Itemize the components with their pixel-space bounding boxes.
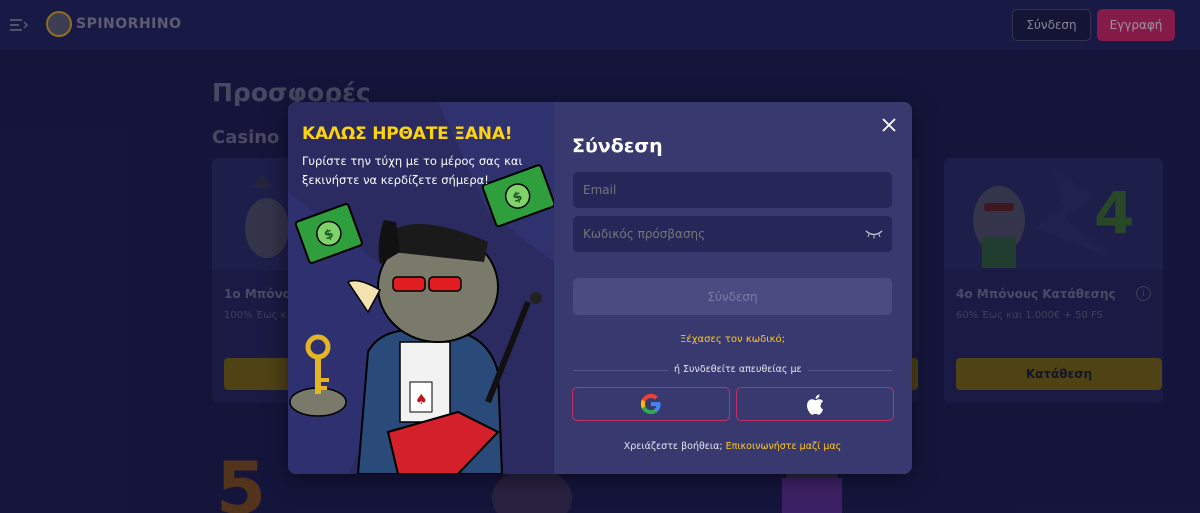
apple-login-button[interactable]	[736, 387, 894, 421]
email-field[interactable]	[573, 172, 892, 208]
close-icon[interactable]	[881, 117, 897, 133]
form-title: Σύνδεση	[572, 135, 663, 157]
social-login-caption: ή Συνδεθείτε απευθείας με	[668, 364, 808, 375]
google-icon	[640, 393, 661, 415]
promo-subtitle: Γυρίστε την τύχη με το μέρος σας και ξεκ…	[302, 154, 523, 187]
login-modal: $ $ ♠ ΚΑΛΩΣ ΗΡΘΑΤΕ ΞΑΝΑ! Γυρίστε την τύχ…	[288, 102, 912, 474]
apple-icon	[807, 394, 824, 415]
promo-panel: $ $ ♠ ΚΑΛΩΣ ΗΡΘΑΤΕ ΞΑΝΑ! Γυρίστε την τύχ…	[288, 102, 554, 474]
promo-headline: ΚΑΛΩΣ ΗΡΘΑΤΕ ΞΑΝΑ!	[302, 124, 513, 144]
google-login-button[interactable]	[572, 387, 730, 421]
svg-text:♠: ♠	[415, 392, 428, 408]
help-question: Χρειάζεστε βοήθεια;	[623, 441, 723, 452]
forgot-password-link[interactable]: Ξέχασες τον κωδικό;	[573, 334, 892, 345]
login-submit-button[interactable]: Σύνδεση	[573, 278, 892, 315]
help-text: Χρειάζεστε βοήθεια; Επικοινωνήστε μαζί μ…	[573, 441, 892, 452]
hide-password-icon[interactable]	[865, 229, 883, 239]
password-field[interactable]	[573, 216, 892, 252]
contact-us-link[interactable]: Επικοινωνήστε μαζί μας	[726, 441, 842, 452]
